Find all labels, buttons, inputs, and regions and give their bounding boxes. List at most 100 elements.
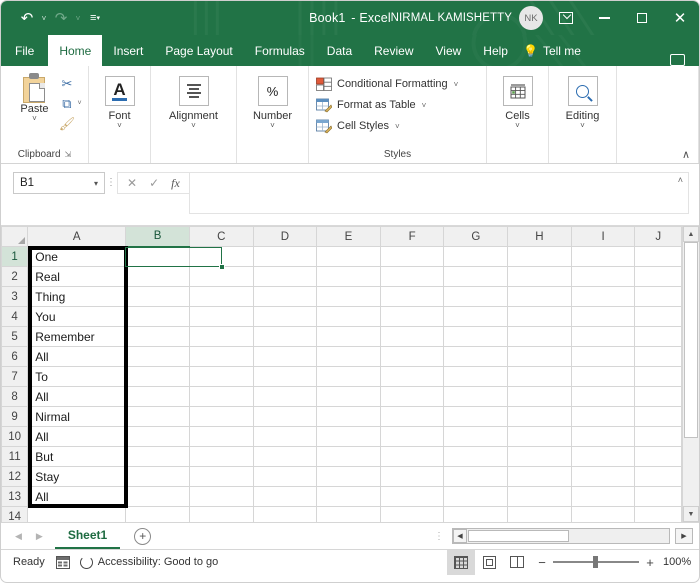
cell-B3[interactable] <box>125 286 190 307</box>
close-button[interactable]: ✕ <box>661 1 699 35</box>
hscroll-left-button[interactable]: ◀ <box>453 529 467 543</box>
cell-E3[interactable] <box>316 286 381 307</box>
horizontal-scroll-thumb[interactable] <box>468 530 569 542</box>
cell-E14[interactable] <box>316 506 381 522</box>
tell-me-box[interactable]: 💡 Tell me <box>519 35 592 66</box>
cell-J2[interactable] <box>634 266 682 287</box>
cells-button[interactable]: Cells ˅ <box>489 70 547 130</box>
tab-home[interactable]: Home <box>48 35 103 66</box>
sheet-next-button[interactable]: ▶ <box>36 531 43 542</box>
cell-I2[interactable] <box>570 266 636 287</box>
hscroll-right-button[interactable]: ▶ <box>675 528 693 544</box>
cell-J12[interactable] <box>634 466 682 487</box>
cell-J13[interactable] <box>634 486 682 507</box>
cell-H4[interactable] <box>507 306 572 327</box>
tab-file[interactable]: File <box>1 35 48 66</box>
cell-H6[interactable] <box>507 346 572 367</box>
cell-H11[interactable] <box>507 446 572 467</box>
zoom-out-button[interactable]: − <box>537 555 547 570</box>
cell-I6[interactable] <box>570 346 636 367</box>
cell-D8[interactable] <box>252 386 318 407</box>
cell-E1[interactable] <box>316 246 381 267</box>
row-header-7[interactable]: 7 <box>1 366 29 387</box>
cell-D13[interactable] <box>252 486 318 507</box>
cell-H3[interactable] <box>507 286 572 307</box>
column-header-a[interactable]: A <box>27 226 127 247</box>
cancel-icon[interactable]: ✕ <box>127 176 137 190</box>
conditional-formatting-caret-icon[interactable]: ˅ <box>454 80 459 89</box>
cell-G12[interactable] <box>443 466 509 487</box>
cell-G7[interactable] <box>443 366 509 387</box>
cell-A10[interactable]: All <box>27 426 127 447</box>
cell-D5[interactable] <box>252 326 318 347</box>
cell-E8[interactable] <box>316 386 381 407</box>
cell-B14[interactable] <box>125 506 190 522</box>
cell-I9[interactable] <box>570 406 636 427</box>
cell-A3[interactable]: Thing <box>27 286 127 307</box>
zoom-in-button[interactable]: + <box>645 555 655 570</box>
cell-D6[interactable] <box>252 346 318 367</box>
cell-G5[interactable] <box>443 326 509 347</box>
cell-F14[interactable] <box>379 506 445 522</box>
cell-B2[interactable] <box>125 266 190 287</box>
cell-H9[interactable] <box>507 406 572 427</box>
cell-J9[interactable] <box>634 406 682 427</box>
cell-A9[interactable]: Nirmal <box>27 406 127 427</box>
zoom-slider-track[interactable] <box>553 556 639 569</box>
add-sheet-button[interactable]: + <box>134 527 152 545</box>
cell-C5[interactable] <box>188 326 254 347</box>
cell-I10[interactable] <box>570 426 636 447</box>
tab-help[interactable]: Help <box>472 35 519 66</box>
fill-handle[interactable] <box>219 264 225 270</box>
cells-dropdown-caret-icon[interactable]: ˅ <box>515 122 520 130</box>
sheet-tab-sheet1[interactable]: Sheet1 <box>54 523 121 549</box>
tab-formulas[interactable]: Formulas <box>244 35 316 66</box>
cell-D3[interactable] <box>252 286 318 307</box>
cell-C9[interactable] <box>188 406 254 427</box>
cell-H1[interactable] <box>507 246 572 267</box>
cell-E6[interactable] <box>316 346 381 367</box>
column-header-e[interactable]: E <box>316 226 381 247</box>
column-header-c[interactable]: C <box>188 226 254 247</box>
cell-I14[interactable] <box>570 506 636 522</box>
cell-G11[interactable] <box>443 446 509 467</box>
cell-F11[interactable] <box>379 446 445 467</box>
clipboard-dialog-launcher-icon[interactable]: ⇲ <box>65 150 72 159</box>
view-page-layout-button[interactable] <box>475 550 503 575</box>
cell-B13[interactable] <box>125 486 190 507</box>
cell-I12[interactable] <box>570 466 636 487</box>
minimize-button[interactable] <box>585 1 623 35</box>
enter-icon[interactable]: ✓ <box>149 176 159 190</box>
cell-C13[interactable] <box>188 486 254 507</box>
ribbon-display-options-button[interactable] <box>547 1 585 35</box>
cell-G2[interactable] <box>443 266 509 287</box>
scroll-up-button[interactable]: ▲ <box>683 226 699 242</box>
cell-I7[interactable] <box>570 366 636 387</box>
cell-D4[interactable] <box>252 306 318 327</box>
cell-F13[interactable] <box>379 486 445 507</box>
cell-B9[interactable] <box>125 406 190 427</box>
cell-H5[interactable] <box>507 326 572 347</box>
editing-button[interactable]: Editing ˅ <box>550 70 616 130</box>
row-header-5[interactable]: 5 <box>1 326 29 347</box>
accessibility-status[interactable]: Accessibility: Good to go <box>79 555 218 569</box>
row-header-3[interactable]: 3 <box>1 286 29 307</box>
cell-A6[interactable]: All <box>27 346 127 367</box>
cell-G14[interactable] <box>443 506 509 522</box>
account-area[interactable]: NIRMAL KAMISHETTY NK <box>391 6 547 30</box>
insert-function-icon[interactable]: fx <box>171 176 180 191</box>
cell-I13[interactable] <box>570 486 636 507</box>
cell-E5[interactable] <box>316 326 381 347</box>
cell-J3[interactable] <box>634 286 682 307</box>
cell-J8[interactable] <box>634 386 682 407</box>
row-header-1[interactable]: 1 <box>1 246 29 267</box>
column-header-j[interactable]: J <box>634 226 682 247</box>
cell-E13[interactable] <box>316 486 381 507</box>
formula-input[interactable]: ˄ <box>188 172 689 214</box>
cell-D9[interactable] <box>252 406 318 427</box>
cell-B12[interactable] <box>125 466 190 487</box>
column-header-f[interactable]: F <box>379 226 445 247</box>
expand-formula-bar-icon[interactable]: ˄ <box>678 175 683 185</box>
worksheet-grid[interactable]: A B C D E F G H I J 1 One 2 Real 3 Thing 4 You 5… <box>1 226 682 522</box>
cell-A2[interactable]: Real <box>27 266 127 287</box>
